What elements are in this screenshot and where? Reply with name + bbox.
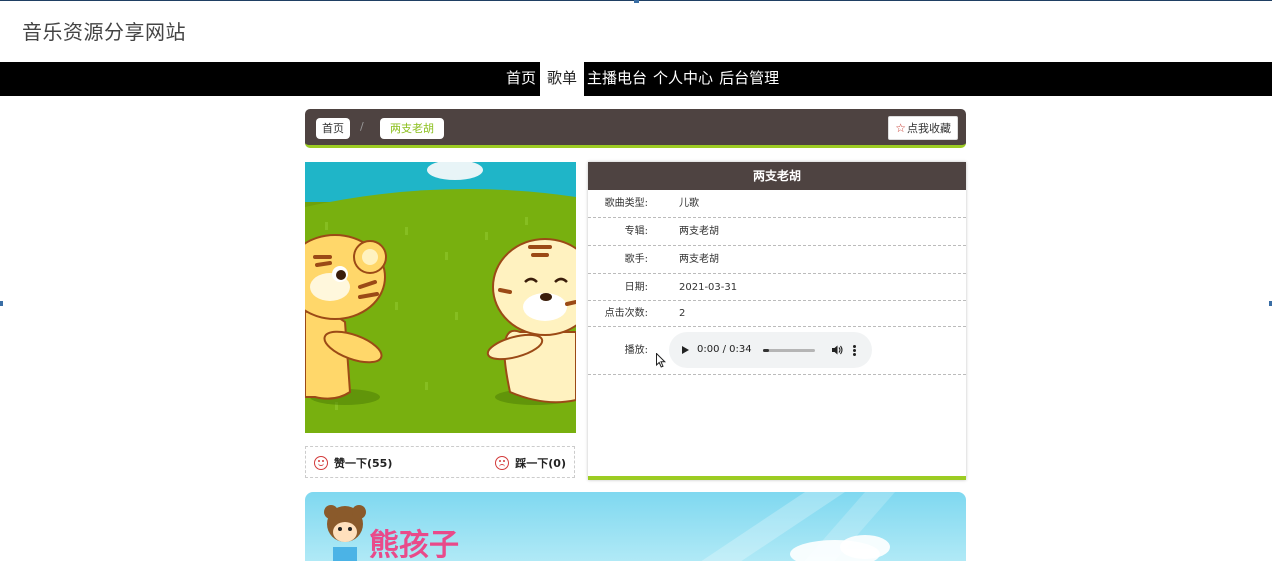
info-row-clicks: 点击次数: 2 (588, 301, 966, 327)
vote-bar: 赞一下(55) 踩一下(0) (305, 446, 575, 478)
info-label: 点击次数: (604, 308, 648, 319)
banner-logo-text: 熊孩子 (369, 528, 459, 561)
audio-progress-fill (762, 348, 769, 352)
info-label: 播放: (624, 345, 648, 356)
more-options-icon[interactable] (852, 344, 856, 356)
dislike-button[interactable]: 踩一下(0) (495, 455, 566, 471)
info-value: 两支老胡 (679, 254, 719, 265)
window-edge-marker (0, 301, 3, 306)
audio-time: 0:00 / 0:34 (697, 344, 752, 355)
info-row-album: 专辑: 两支老胡 (588, 218, 966, 246)
info-value: 两支老胡 (679, 226, 719, 237)
nav-item-home[interactable]: 首页 (503, 62, 540, 96)
info-label: 日期: (624, 282, 648, 293)
nav-item-admin[interactable]: 后台管理 (716, 62, 782, 96)
favorite-button[interactable]: ☆点我收藏 (888, 116, 958, 140)
window-edge-marker (634, 0, 639, 3)
info-value: 儿歌 (679, 198, 699, 209)
like-label: 赞一下(55) (334, 457, 393, 470)
volume-icon[interactable] (831, 344, 843, 356)
breadcrumb-current: 两支老胡 (380, 118, 444, 139)
info-value: 2021-03-31 (679, 282, 738, 293)
play-icon[interactable] (682, 346, 689, 354)
song-title: 两支老胡 (588, 162, 966, 190)
breadcrumb-home[interactable]: 首页 (316, 118, 350, 139)
info-label: 歌手: (624, 254, 648, 265)
song-cover-image (305, 162, 576, 433)
nav-item-profile[interactable]: 个人中心 (650, 62, 716, 96)
info-label: 专辑: (624, 226, 648, 237)
cover-illustration (305, 162, 576, 433)
audio-progress-bar[interactable] (762, 348, 815, 352)
info-label: 歌曲类型: (604, 198, 648, 209)
frown-icon (495, 456, 510, 470)
info-row-singer: 歌手: 两支老胡 (588, 246, 966, 274)
breadcrumb-separator: / (360, 120, 364, 133)
site-title[interactable]: 音乐资源分享网站 (22, 16, 186, 45)
main-navbar: 首页 歌单 主播电台 个人中心 后台管理 (0, 62, 1272, 96)
song-info-panel: 两支老胡 歌曲类型: 儿歌 专辑: 两支老胡 歌手: 两支老胡 日期: 2021… (588, 162, 966, 480)
info-row-date: 日期: 2021-03-31 (588, 274, 966, 301)
like-button[interactable]: 赞一下(55) (314, 455, 392, 471)
info-value: 2 (679, 308, 686, 319)
star-icon: ☆ (895, 121, 906, 135)
site-header: 音乐资源分享网站 (0, 0, 1272, 62)
nav-items: 首页 歌单 主播电台 个人中心 后台管理 (503, 62, 782, 96)
nav-item-radio[interactable]: 主播电台 (584, 62, 650, 96)
audio-player[interactable]: 0:00 / 0:34 (669, 332, 872, 368)
bottom-banner: 熊孩子 (305, 492, 966, 561)
nav-item-playlist[interactable]: 歌单 (540, 62, 585, 96)
smile-icon (314, 456, 328, 470)
breadcrumb: 首页 / 两支老胡 ☆点我收藏 (305, 109, 966, 148)
mouse-cursor-icon (656, 353, 666, 368)
info-row-type: 歌曲类型: 儿歌 (588, 190, 966, 218)
info-row-play: 播放: 0:00 / 0:34 (588, 327, 966, 375)
favorite-label: 点我收藏 (907, 122, 951, 135)
dislike-label: 踩一下(0) (515, 457, 566, 470)
